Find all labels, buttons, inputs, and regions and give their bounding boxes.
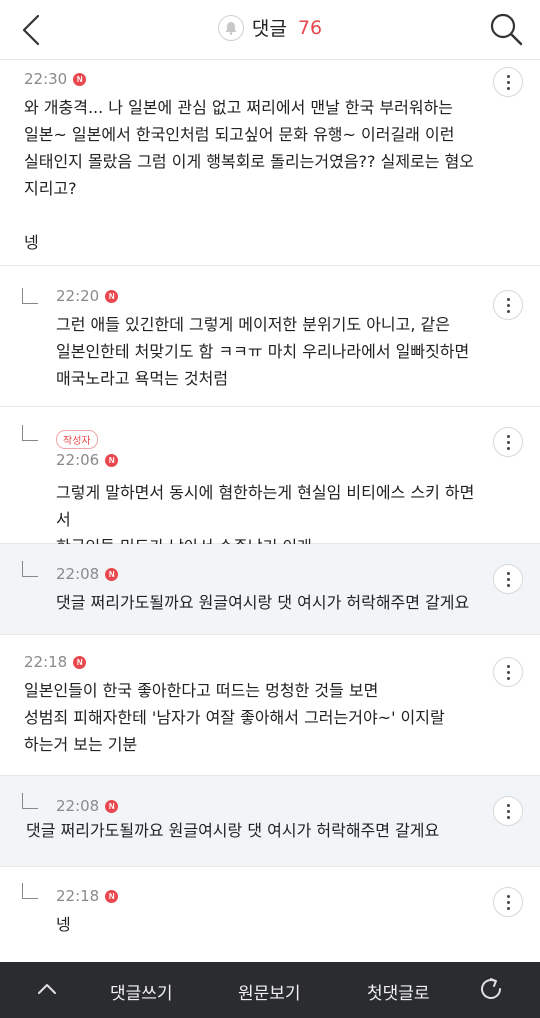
refresh-icon — [481, 978, 501, 999]
more-options-button[interactable] — [493, 657, 523, 687]
comment-count: 76 — [297, 16, 323, 39]
reply-arrow-icon — [22, 425, 38, 441]
more-vertical-icon — [506, 73, 510, 91]
new-badge: N — [73, 655, 87, 669]
comment-list[interactable]: 22:30 N 와 개충격... 나 일본에 관심 없고 쩌리에서 맨날 한국 … — [0, 60, 540, 962]
reply-item: 22:08 N 댓글 쩌리가도될까요 원글여시랑 댓 여시가 허락해주면 갈게요 — [0, 544, 540, 635]
more-options-button[interactable] — [493, 290, 523, 320]
more-options-button[interactable] — [493, 564, 523, 594]
refresh-button[interactable] — [476, 974, 506, 1004]
bell-icon[interactable] — [217, 14, 244, 41]
page-title: 댓글 — [251, 18, 287, 40]
reply-arrow-icon — [22, 883, 38, 899]
reply-item: 22:20 N 그런 애들 있긴한데 그렇게 메이저한 분위기도 아니고, 같은… — [0, 266, 540, 407]
comment-text: 일본인들이 한국 좋아한다고 떠드는 멍청한 것들 보면 성범죄 피해자한테 '… — [24, 681, 445, 754]
search-icon — [490, 13, 523, 46]
reply-arrow-icon — [22, 288, 38, 304]
comment-time: 22:18 — [24, 653, 68, 671]
first-comment-button[interactable]: 첫댓글로 — [367, 979, 430, 1004]
comment-time: 22:06 — [56, 451, 100, 469]
comment-time: 22:20 — [56, 287, 100, 305]
new-badge: N — [105, 567, 119, 581]
author-badge: 작성자 — [56, 430, 98, 449]
more-vertical-icon — [506, 663, 510, 681]
more-vertical-icon — [506, 433, 510, 451]
more-vertical-icon — [506, 893, 510, 911]
bottom-toolbar: 댓글쓰기 원문보기 첫댓글로 — [0, 962, 540, 1018]
new-badge: N — [105, 289, 119, 303]
comment-time: 22:18 — [56, 887, 100, 905]
write-comment-button[interactable]: 댓글쓰기 — [110, 979, 173, 1004]
scroll-top-button[interactable] — [34, 976, 60, 1002]
comment-item: 22:18 N 일본인들이 한국 좋아한다고 떠드는 멍청한 것들 보면 성범죄… — [0, 635, 540, 776]
more-vertical-icon — [506, 802, 510, 820]
comment-text: 댓글 쩌리가도될까요 원글여시랑 댓 여시가 허락해주면 갈게요 — [26, 821, 440, 840]
more-options-button[interactable] — [493, 67, 523, 97]
comment-text: 넹 — [56, 915, 71, 934]
new-badge: N — [73, 72, 87, 86]
comment-text: 댓글 쩌리가도될까요 원글여시랑 댓 여시가 허락해주면 갈게요 — [56, 593, 470, 612]
reply-arrow-icon — [22, 793, 38, 809]
header: 댓글 76 — [0, 0, 540, 60]
reply-item: 22:08 N 댓글 쩌리가도될까요 원글여시랑 댓 여시가 허락해주면 갈게요 — [0, 776, 540, 867]
comment-text: 그런 애들 있긴한데 그렇게 메이저한 분위기도 아니고, 같은 일본인한테 처… — [56, 315, 470, 388]
more-options-button[interactable] — [493, 887, 523, 917]
comment-time: 22:08 — [56, 565, 100, 583]
reply-arrow-icon — [22, 561, 38, 577]
new-badge: N — [105, 453, 119, 467]
more-options-button[interactable] — [493, 796, 523, 826]
comment-item: 22:30 N 와 개충격... 나 일본에 관심 없고 쩌리에서 맨날 한국 … — [0, 60, 540, 266]
view-original-button[interactable]: 원문보기 — [238, 979, 301, 1004]
more-options-button[interactable] — [493, 427, 523, 457]
new-badge: N — [105, 889, 119, 903]
search-button[interactable] — [486, 9, 526, 49]
more-vertical-icon — [506, 570, 510, 588]
reply-item: 22:18 N 넹 — [0, 867, 540, 962]
chevron-up-icon — [38, 984, 56, 994]
new-badge: N — [105, 799, 119, 813]
comment-time: 22:30 — [24, 70, 68, 88]
comment-time: 22:08 — [56, 797, 100, 815]
reply-item: 작성자 22:06 N 그렇게 말하면서 동시에 혐한하는게 현실임 비티에스 … — [0, 407, 540, 556]
comment-text: 와 개충격... 나 일본에 관심 없고 쩌리에서 맨날 한국 부러워하는 일본… — [24, 98, 475, 252]
more-vertical-icon — [506, 296, 510, 314]
